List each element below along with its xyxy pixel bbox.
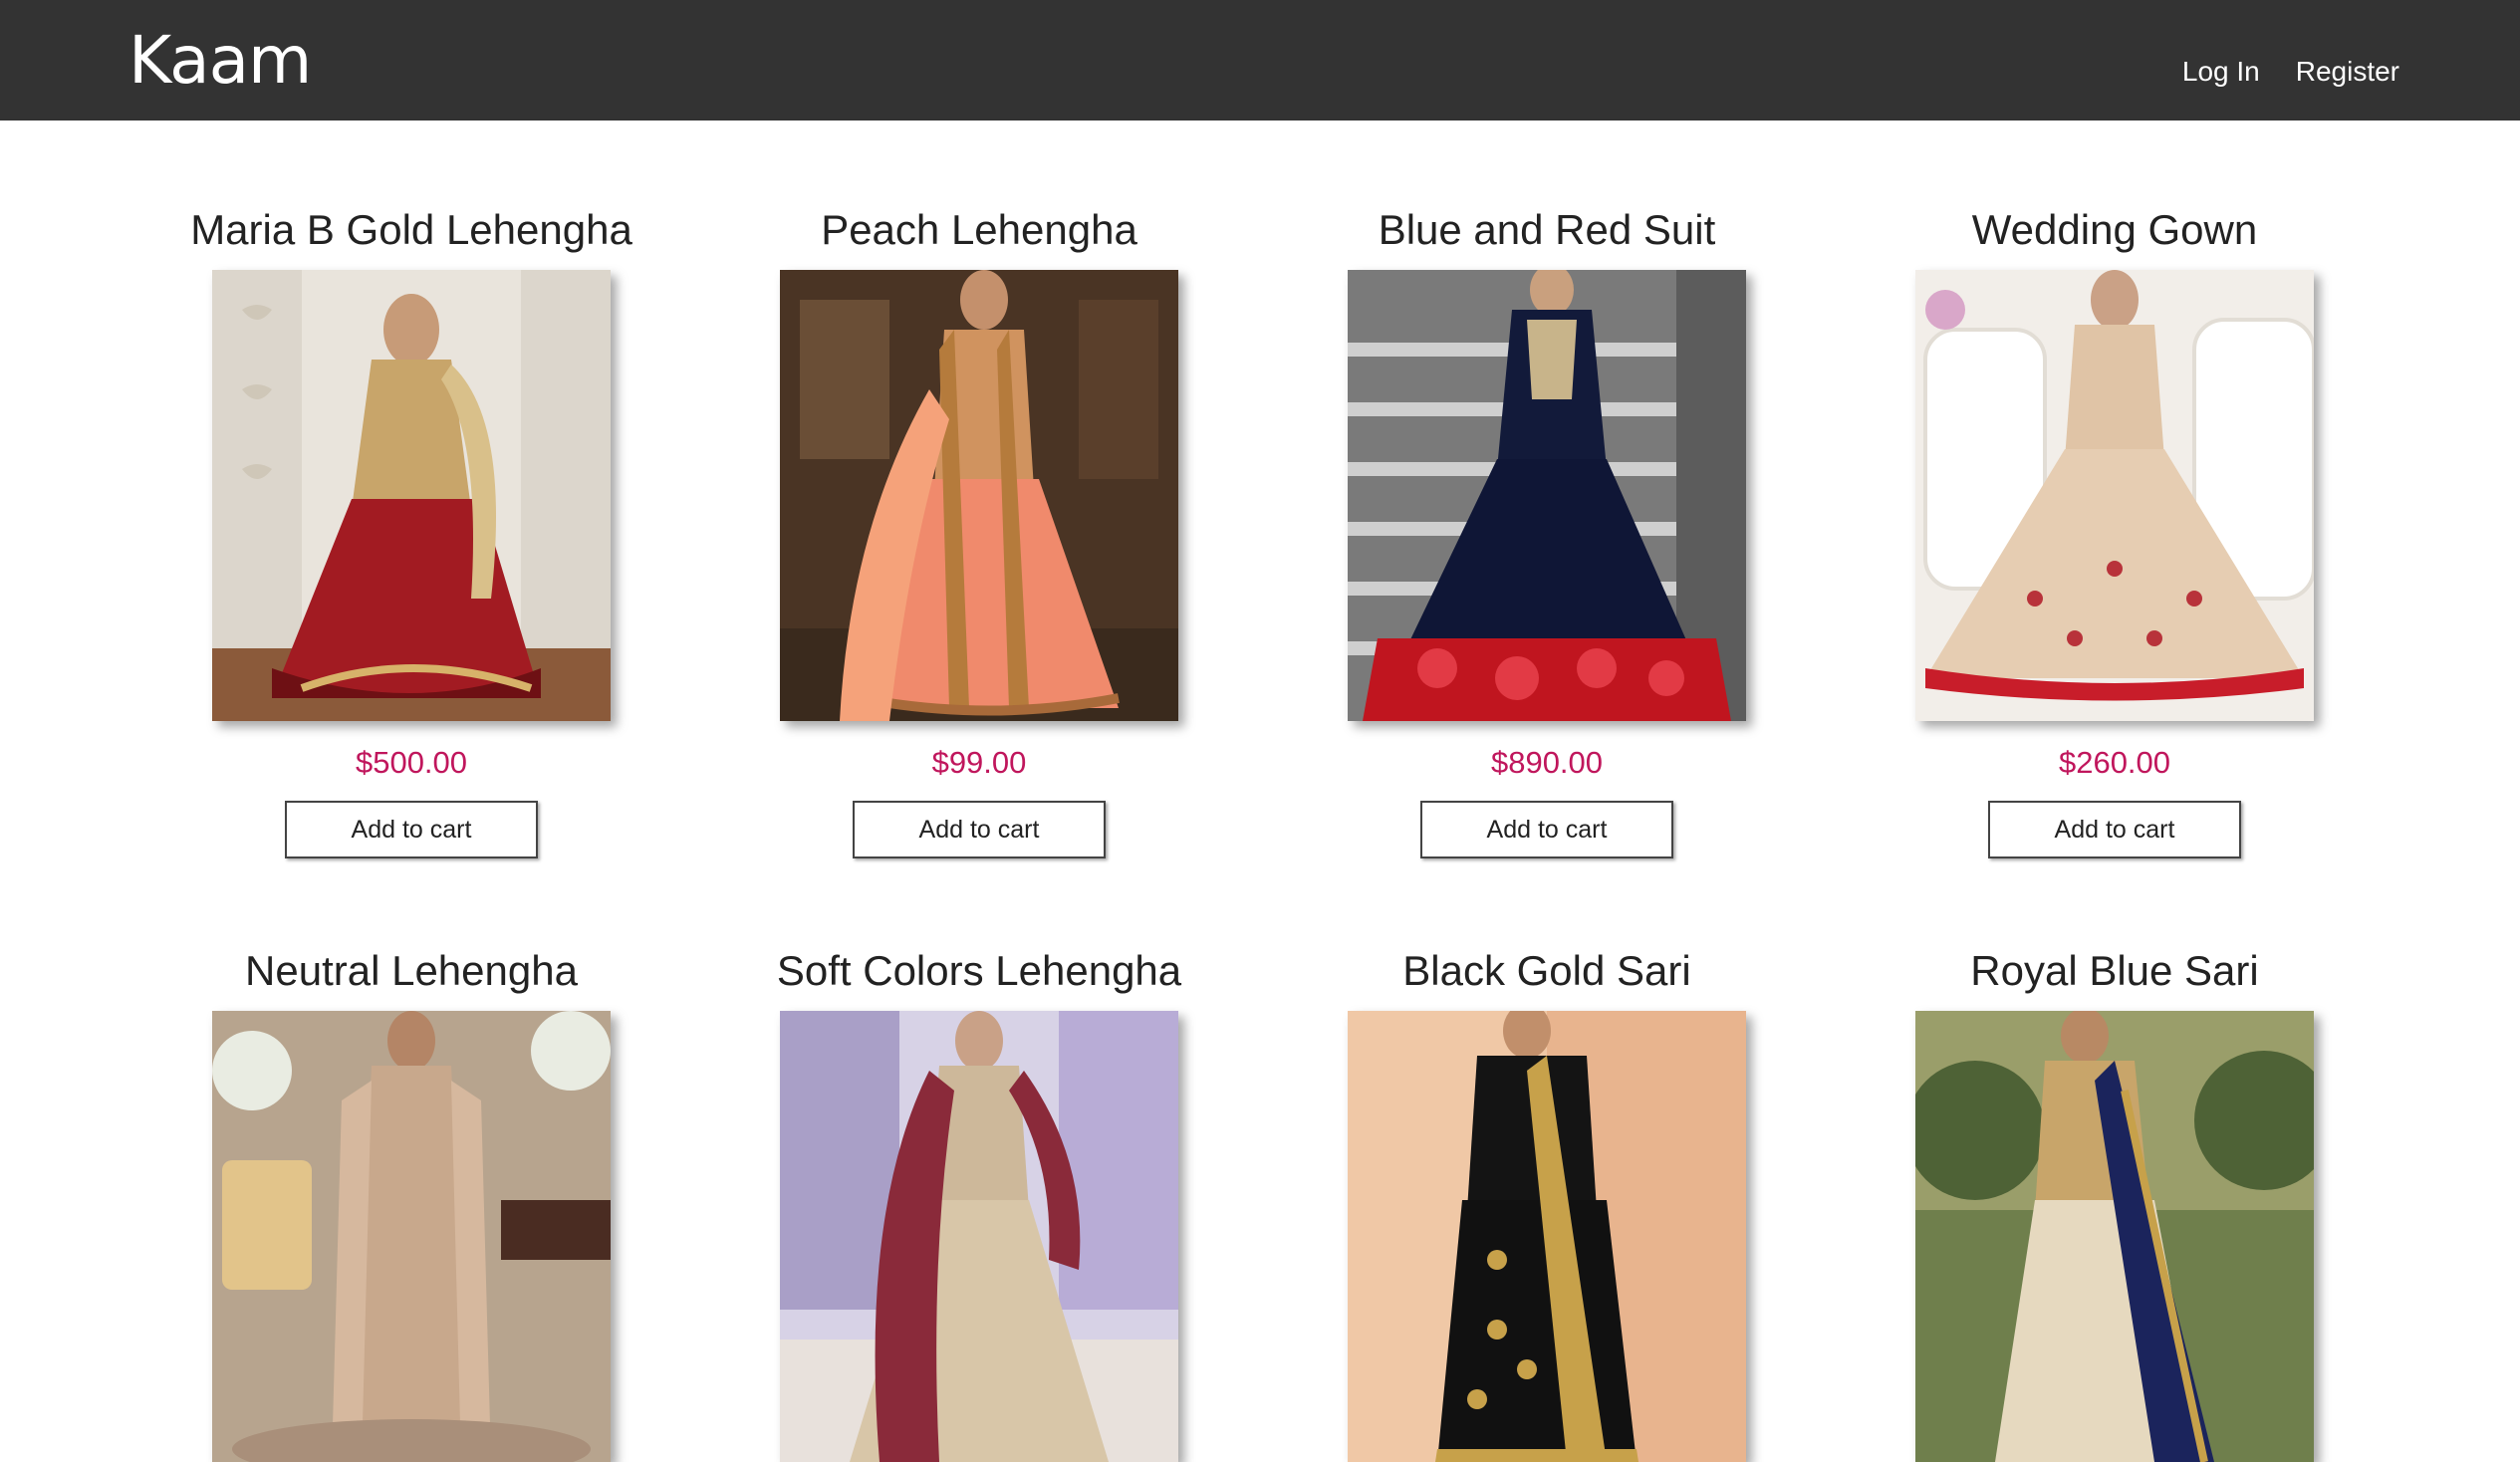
add-to-cart-button[interactable]: Add to cart xyxy=(1988,801,2241,858)
register-link[interactable]: Register xyxy=(2296,50,2399,94)
product-image[interactable] xyxy=(212,1011,611,1462)
product-price: $500.00 xyxy=(355,745,468,780)
product-photo xyxy=(1348,270,1746,721)
product-card: Peach Lehengha $99.00 Add to cart xyxy=(695,200,1263,858)
product-image[interactable] xyxy=(1348,270,1746,721)
product-title: Black Gold Sari xyxy=(1402,947,1691,994)
product-card: Black Gold Sari xyxy=(1263,941,1831,1462)
product-card: Soft Colors Lehengha xyxy=(695,941,1263,1462)
product-image[interactable] xyxy=(780,270,1178,721)
product-image[interactable] xyxy=(1915,270,2314,721)
product-image[interactable] xyxy=(1348,1011,1746,1462)
product-card: Blue and Red Suit $890.00 Add to cart xyxy=(1263,200,1831,858)
product-grid: Maria B Gold Lehengha $500.00 Add to car… xyxy=(0,121,2520,1462)
nav-links: Log In Register xyxy=(2182,50,2399,94)
product-title: Neutral Lehengha xyxy=(245,947,578,994)
product-card: Wedding Gown $260.00 Add to cart xyxy=(1831,200,2398,858)
add-to-cart-button[interactable]: Add to cart xyxy=(853,801,1106,858)
product-price: $99.00 xyxy=(931,745,1027,780)
product-price: $260.00 xyxy=(2058,745,2171,780)
product-photo xyxy=(1915,1011,2314,1462)
add-to-cart-button[interactable]: Add to cart xyxy=(1420,801,1673,858)
product-photo xyxy=(212,270,611,721)
product-card: Maria B Gold Lehengha $500.00 Add to car… xyxy=(127,200,695,858)
product-title: Peach Lehengha xyxy=(821,206,1137,253)
product-image[interactable] xyxy=(212,270,611,721)
product-card: Royal Blue Sari xyxy=(1831,941,2398,1462)
product-photo xyxy=(212,1011,611,1462)
product-photo xyxy=(1915,270,2314,721)
product-photo xyxy=(780,1011,1178,1462)
product-price: $890.00 xyxy=(1490,745,1604,780)
product-photo xyxy=(1348,1011,1746,1462)
product-title: Royal Blue Sari xyxy=(1970,947,2259,994)
brand-logo[interactable]: Kaam xyxy=(128,18,312,104)
top-navbar: Kaam Log In Register xyxy=(0,0,2520,121)
product-title: Maria B Gold Lehengha xyxy=(190,206,632,253)
product-image[interactable] xyxy=(1915,1011,2314,1462)
product-image[interactable] xyxy=(780,1011,1178,1462)
login-link[interactable]: Log In xyxy=(2182,50,2260,94)
product-title: Wedding Gown xyxy=(1971,206,2258,253)
product-photo xyxy=(780,270,1178,721)
product-title: Soft Colors Lehengha xyxy=(776,947,1182,994)
product-card: Neutral Lehengha xyxy=(127,941,695,1462)
product-title: Blue and Red Suit xyxy=(1378,206,1716,253)
add-to-cart-button[interactable]: Add to cart xyxy=(285,801,538,858)
